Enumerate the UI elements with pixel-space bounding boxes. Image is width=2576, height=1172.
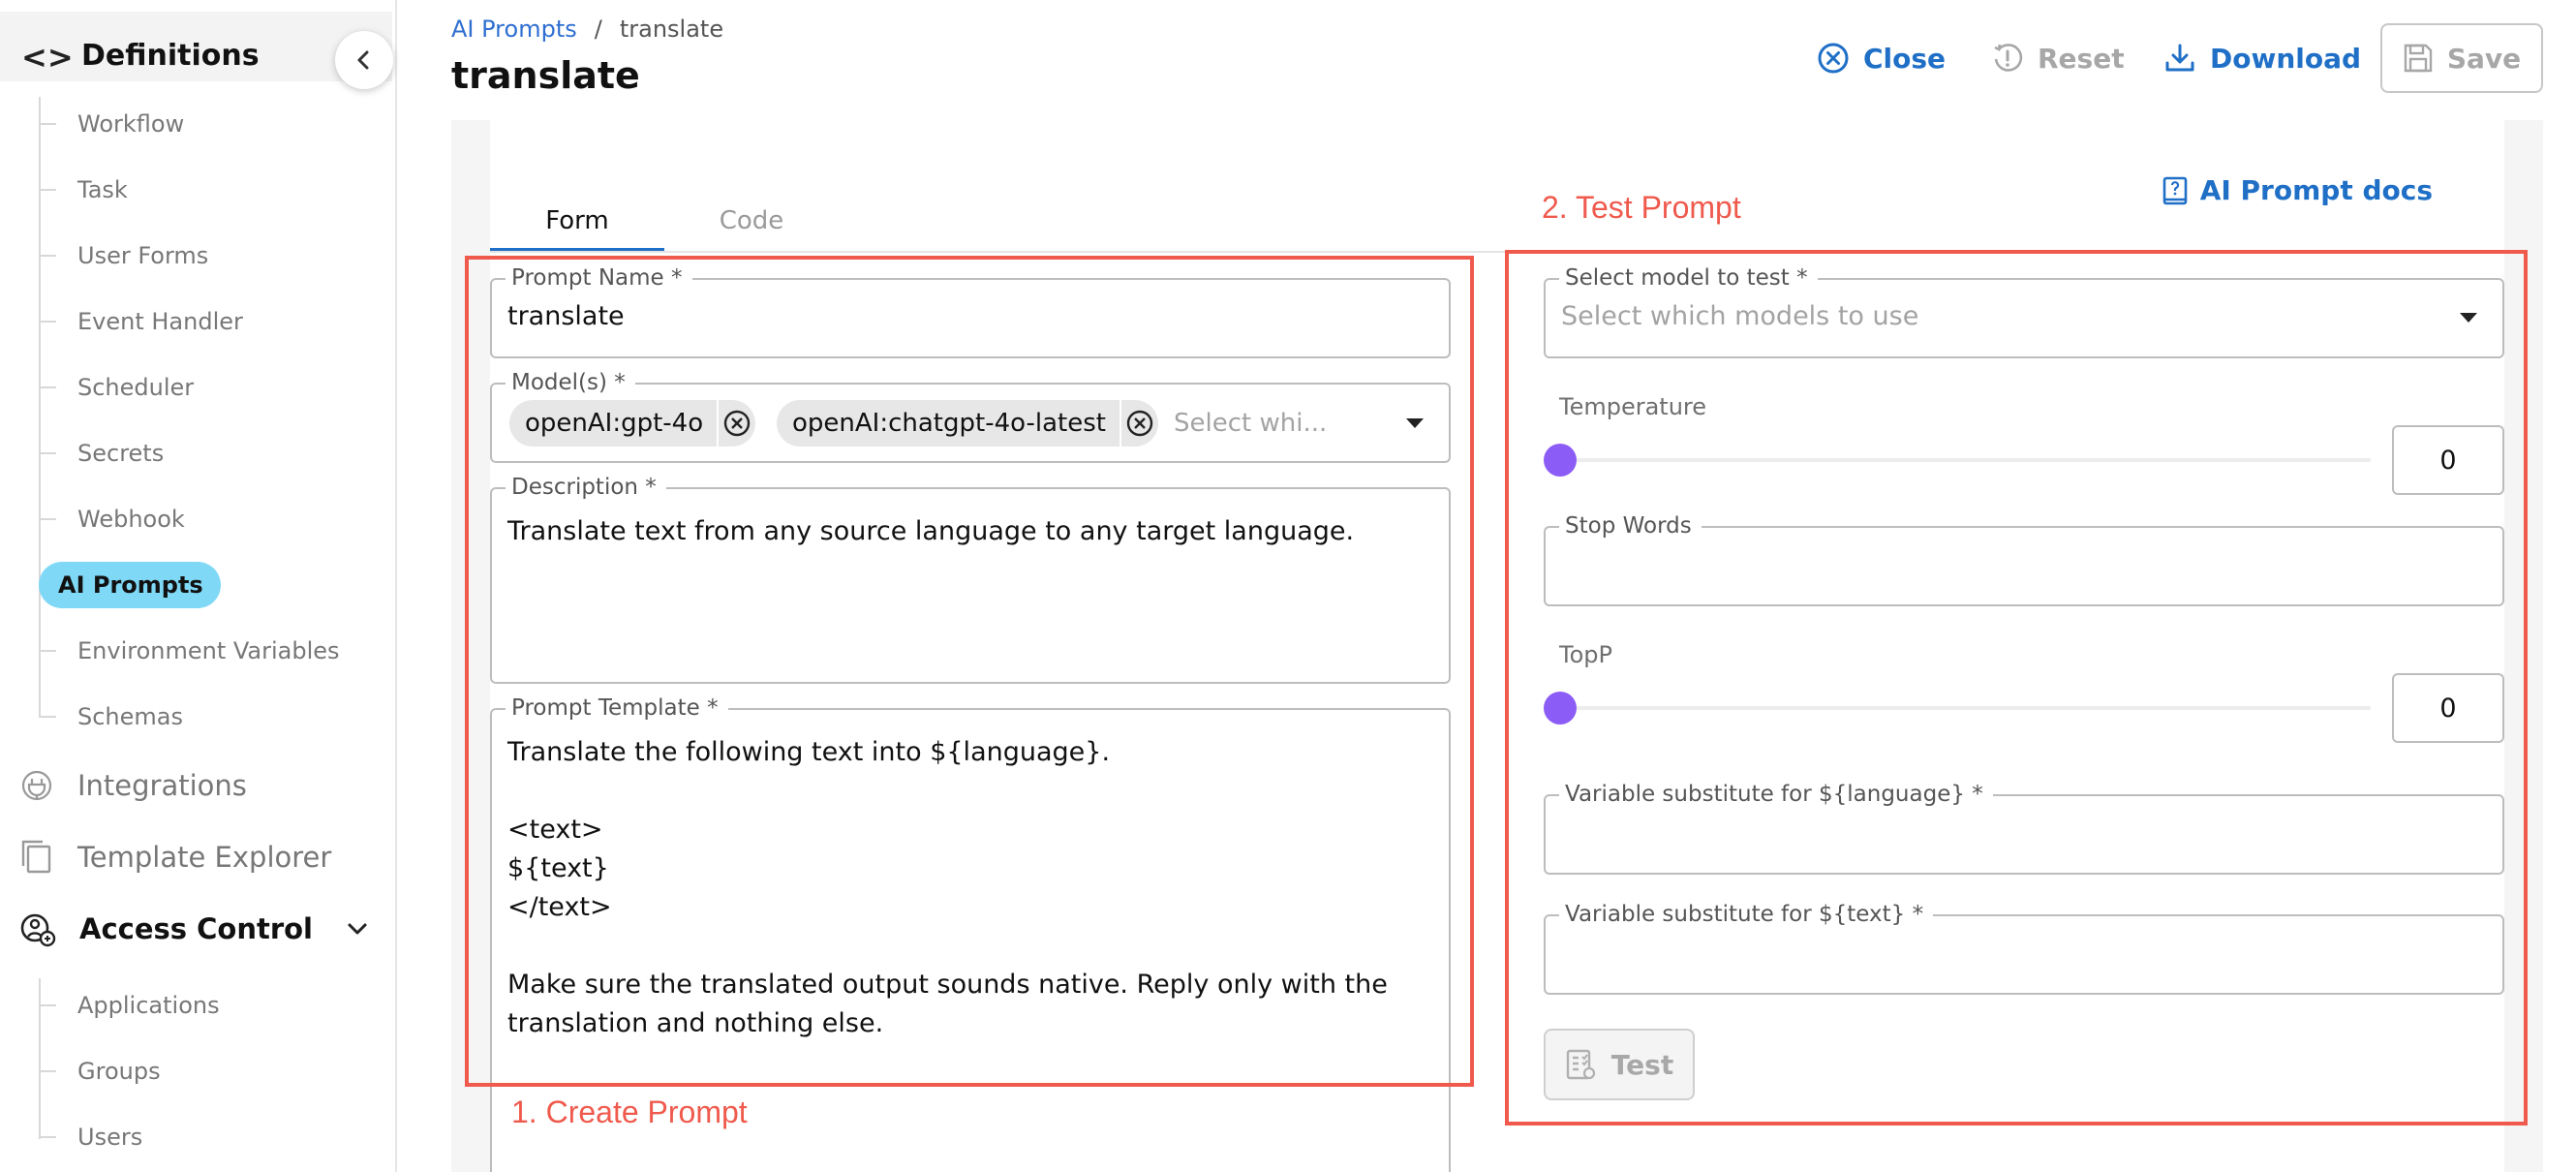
- sidebar-item-label: Users: [77, 1124, 143, 1151]
- tabs-divider: [490, 251, 1521, 253]
- save-button[interactable]: Save: [2380, 23, 2543, 93]
- sidebar-item-schemas[interactable]: Schemas: [39, 694, 200, 740]
- sidebar-item-label: Environment Variables: [77, 637, 340, 664]
- sidebar-item-label: Applications: [77, 992, 220, 1019]
- close-circle-icon: [1818, 43, 1849, 74]
- reset-button[interactable]: Reset: [1991, 37, 2125, 79]
- breadcrumb-link-ai-prompts[interactable]: AI Prompts: [451, 15, 577, 43]
- tab-code[interactable]: Code: [664, 190, 839, 252]
- sidebar-item-applications[interactable]: Applications: [39, 982, 237, 1029]
- docs-link-label: AI Prompt docs: [2199, 174, 2433, 206]
- breadcrumb-separator: /: [594, 15, 602, 43]
- sidebar-item-ai-prompts[interactable]: AI Prompts: [39, 562, 221, 608]
- breadcrumb-current: translate: [619, 15, 724, 43]
- download-icon: [2165, 44, 2194, 72]
- sidebar: <> Definitions Workflow Task User Forms …: [0, 0, 397, 1172]
- annotation-test-prompt: 2. Test Prompt: [1542, 190, 1741, 225]
- definitions-title: Definitions: [81, 39, 260, 73]
- sidebar-item-workflow[interactable]: Workflow: [39, 101, 201, 147]
- reset-label: Reset: [2038, 42, 2125, 75]
- close-button[interactable]: Close: [1817, 37, 1946, 79]
- close-label: Close: [1863, 42, 1947, 75]
- sidebar-item-label: Groups: [77, 1058, 161, 1085]
- sidebar-item-label: Webhook: [77, 506, 185, 533]
- tab-form[interactable]: Form: [490, 190, 664, 252]
- annotation-box-test-prompt: [1505, 250, 2528, 1126]
- save-label: Save: [2446, 42, 2522, 75]
- sidebar-item-label: Secrets: [77, 440, 165, 467]
- plug-icon: [21, 770, 52, 801]
- save-icon: [2404, 44, 2433, 73]
- sidebar-item-environment-variables[interactable]: Environment Variables: [39, 628, 357, 674]
- ai-prompt-docs-link[interactable]: AI Prompt docs: [2162, 174, 2433, 206]
- sidebar-section-template-explorer[interactable]: Template Explorer: [19, 833, 331, 881]
- help-book-icon: [2162, 176, 2188, 204]
- sidebar-item-secrets[interactable]: Secrets: [39, 430, 181, 477]
- sidebar-item-label: Task: [77, 176, 128, 203]
- sidebar-item-webhook[interactable]: Webhook: [39, 496, 202, 542]
- collapse-sidebar-button[interactable]: [335, 31, 393, 89]
- sidebar-item-label: AI Prompts: [39, 562, 221, 608]
- reset-icon: [1994, 44, 2023, 72]
- chevron-left-icon: [357, 50, 369, 70]
- sidebar-item-label: Scheduler: [77, 374, 195, 401]
- sidebar-item-event-handler[interactable]: Event Handler: [39, 298, 261, 345]
- sidebar-item-user-forms[interactable]: User Forms: [39, 232, 226, 279]
- annotation-box-create-prompt: [465, 256, 1474, 1087]
- page-title: translate: [451, 54, 640, 97]
- sidebar-item-label: Event Handler: [77, 308, 243, 335]
- access-control-icon: [20, 913, 56, 947]
- sidebar-section-label: Integrations: [77, 769, 247, 802]
- sidebar-item-label: Schemas: [77, 703, 183, 730]
- sidebar-section-label: Template Explorer: [77, 841, 332, 874]
- sidebar-section-label: Access Control: [79, 912, 313, 945]
- chevron-down-icon[interactable]: [345, 916, 370, 941]
- download-label: Download: [2210, 42, 2362, 75]
- sidebar-item-label: User Forms: [77, 242, 209, 269]
- sidebar-section-integrations[interactable]: Integrations: [19, 761, 247, 810]
- sidebar-item-scheduler[interactable]: Scheduler: [39, 364, 211, 411]
- copy-icon: [21, 840, 51, 874]
- annotation-create-prompt: 1. Create Prompt: [511, 1095, 748, 1129]
- sidebar-item-users[interactable]: Users: [39, 1114, 160, 1160]
- breadcrumb: AI Prompts / translate: [451, 15, 723, 43]
- sidebar-item-groups[interactable]: Groups: [39, 1048, 178, 1095]
- sidebar-section-access-control[interactable]: Access Control: [19, 905, 313, 953]
- download-button[interactable]: Download: [2163, 37, 2361, 79]
- definitions-header[interactable]: <> Definitions: [0, 12, 392, 81]
- sidebar-item-task[interactable]: Task: [39, 167, 145, 213]
- sidebar-item-label: Workflow: [77, 110, 185, 138]
- code-icon: <>: [21, 39, 74, 76]
